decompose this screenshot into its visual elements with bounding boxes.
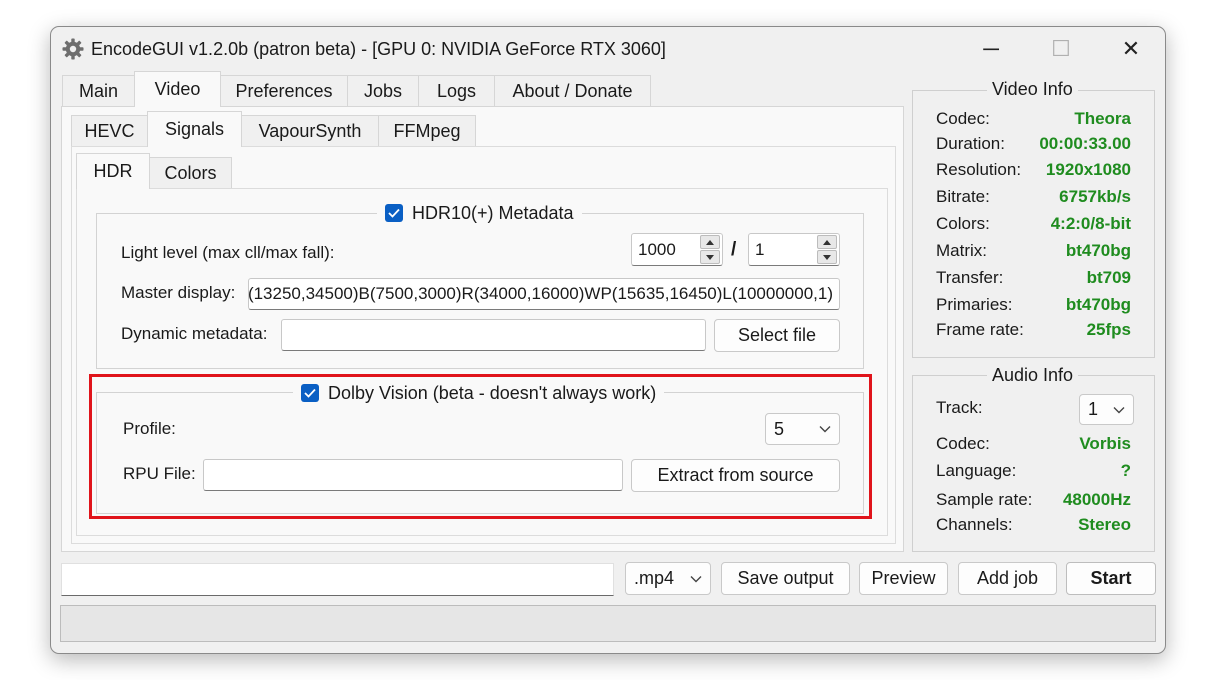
tab-logs[interactable]: Logs — [418, 75, 495, 107]
checkmark-icon — [388, 208, 400, 218]
bitrate-value: 6757kb/s — [1059, 187, 1131, 206]
max-fall-spinner[interactable] — [817, 235, 837, 264]
tab-signals[interactable]: Signals — [147, 111, 242, 147]
spin-down-icon[interactable] — [700, 250, 720, 264]
frame-rate-key: Frame rate: — [936, 320, 1024, 339]
bitrate-key: Bitrate: — [936, 187, 990, 206]
tab-colors[interactable]: Colors — [149, 157, 232, 189]
channels-value: Stereo — [1078, 515, 1131, 534]
chevron-down-icon — [819, 426, 831, 433]
add-job-button[interactable]: Add job — [958, 562, 1057, 595]
language-value: ? — [1120, 461, 1131, 480]
tab-about-donate[interactable]: About / Donate — [494, 75, 651, 107]
minimize-icon: ─ — [983, 36, 999, 61]
max-cll-value: 1000 — [638, 239, 676, 259]
close-button[interactable]: ✕ — [1096, 27, 1165, 71]
preview-button[interactable]: Preview — [859, 562, 948, 595]
max-fall-spinbox[interactable]: 1 — [748, 233, 840, 266]
resolution-value: 1920x1080 — [1045, 160, 1131, 179]
dolby-vision-legend: Dolby Vision (beta - doesn't always work… — [293, 381, 665, 405]
dynamic-metadata-input[interactable] — [281, 319, 706, 351]
master-display-input[interactable]: (13250,34500)B(7500,3000)R(34000,16000)W… — [248, 278, 840, 310]
max-cll-spinner[interactable] — [700, 235, 720, 264]
master-display-value: (13250,34500)B(7500,3000)R(34000,16000)W… — [248, 284, 833, 303]
progress-bar — [60, 605, 1156, 642]
profile-label: Profile: — [123, 419, 176, 438]
spin-down-icon[interactable] — [817, 250, 837, 264]
start-button[interactable]: Start — [1066, 562, 1156, 595]
primaries-key: Primaries: — [936, 295, 1013, 314]
duration-value: 00:00:33.00 — [1039, 134, 1131, 153]
output-path-input[interactable] — [61, 563, 614, 596]
tab-ffmpeg[interactable]: FFMpeg — [378, 115, 476, 147]
dolby-vision-legend-label: Dolby Vision (beta - doesn't always work… — [328, 382, 657, 403]
resolution-key: Resolution: — [936, 160, 1022, 179]
spin-up-icon[interactable] — [817, 235, 837, 249]
tab-hdr[interactable]: HDR — [76, 153, 150, 189]
chevron-down-icon — [1113, 406, 1125, 413]
hdr10-legend: HDR10(+) Metadata — [377, 201, 582, 225]
hdr10-legend-label: HDR10(+) Metadata — [412, 202, 574, 223]
max-cll-spinbox[interactable]: 1000 — [631, 233, 723, 266]
tab-hevc[interactable]: HEVC — [71, 115, 148, 147]
window-title: EncodeGUI v1.2.0b (patron beta) - [GPU 0… — [91, 39, 666, 59]
video-codec-key: Codec: — [936, 109, 990, 128]
maximize-icon: ☐ — [1051, 36, 1071, 61]
select-file-button[interactable]: Select file — [714, 319, 840, 352]
dolby-vision-group — [96, 392, 864, 514]
tab-vapoursynth[interactable]: VapourSynth — [241, 115, 379, 147]
dolby-vision-checkbox[interactable] — [301, 384, 319, 402]
tab-jobs[interactable]: Jobs — [347, 75, 419, 107]
extract-from-source-button[interactable]: Extract from source — [631, 459, 840, 492]
rpu-file-input[interactable] — [203, 459, 623, 491]
colors-value: 4:2:0/8-bit — [1050, 214, 1131, 233]
container-dropdown[interactable]: .mp4 — [625, 562, 711, 595]
transfer-value: bt709 — [1086, 268, 1131, 287]
track-key: Track: — [936, 398, 983, 417]
track-value: 1 — [1088, 399, 1099, 419]
duration-key: Duration: — [936, 134, 1005, 153]
primaries-value: bt470bg — [1065, 295, 1131, 314]
matrix-value: bt470bg — [1065, 241, 1131, 260]
tab-video[interactable]: Video — [134, 71, 221, 107]
channels-key: Channels: — [936, 515, 1013, 534]
audio-codec-value: Vorbis — [1079, 434, 1131, 453]
video-info-title: Video Info — [987, 79, 1078, 100]
rpu-file-label: RPU File: — [123, 464, 196, 483]
sample-rate-value: 48000Hz — [1062, 490, 1131, 509]
audio-codec-key: Codec: — [936, 434, 990, 453]
minimize-button[interactable]: ─ — [956, 27, 1026, 71]
language-key: Language: — [936, 461, 1017, 480]
checkmark-icon — [304, 388, 316, 398]
title-bar: EncodeGUI v1.2.0b (patron beta) - [GPU 0… — [51, 27, 1165, 71]
profile-value: 5 — [774, 418, 785, 439]
maximize-button[interactable]: ☐ — [1026, 27, 1096, 71]
dynamic-metadata-label: Dynamic metadata: — [121, 324, 268, 343]
gear-icon — [62, 38, 84, 60]
matrix-key: Matrix: — [936, 241, 987, 260]
light-level-separator: / — [731, 239, 737, 260]
frame-rate-value: 25fps — [1086, 320, 1131, 339]
chevron-down-icon — [690, 575, 702, 582]
tab-main[interactable]: Main — [62, 75, 135, 107]
transfer-key: Transfer: — [936, 268, 1004, 287]
close-icon: ✕ — [1121, 36, 1141, 61]
master-display-label: Master display: — [121, 283, 236, 302]
colors-key: Colors: — [936, 214, 990, 233]
track-dropdown[interactable]: 1 — [1079, 394, 1134, 425]
max-fall-value: 1 — [755, 239, 765, 259]
audio-info-title: Audio Info — [987, 365, 1079, 386]
container-value: .mp4 — [634, 568, 675, 588]
save-output-button[interactable]: Save output — [721, 562, 850, 595]
sample-rate-key: Sample rate: — [936, 490, 1033, 509]
hdr10-checkbox[interactable] — [385, 204, 403, 222]
app-window: EncodeGUI v1.2.0b (patron beta) - [GPU 0… — [50, 26, 1166, 654]
video-codec-value: Theora — [1074, 109, 1131, 128]
spin-up-icon[interactable] — [700, 235, 720, 249]
profile-dropdown[interactable]: 5 — [765, 413, 840, 445]
tab-preferences[interactable]: Preferences — [220, 75, 348, 107]
light-level-label: Light level (max cll/max fall): — [121, 243, 335, 262]
